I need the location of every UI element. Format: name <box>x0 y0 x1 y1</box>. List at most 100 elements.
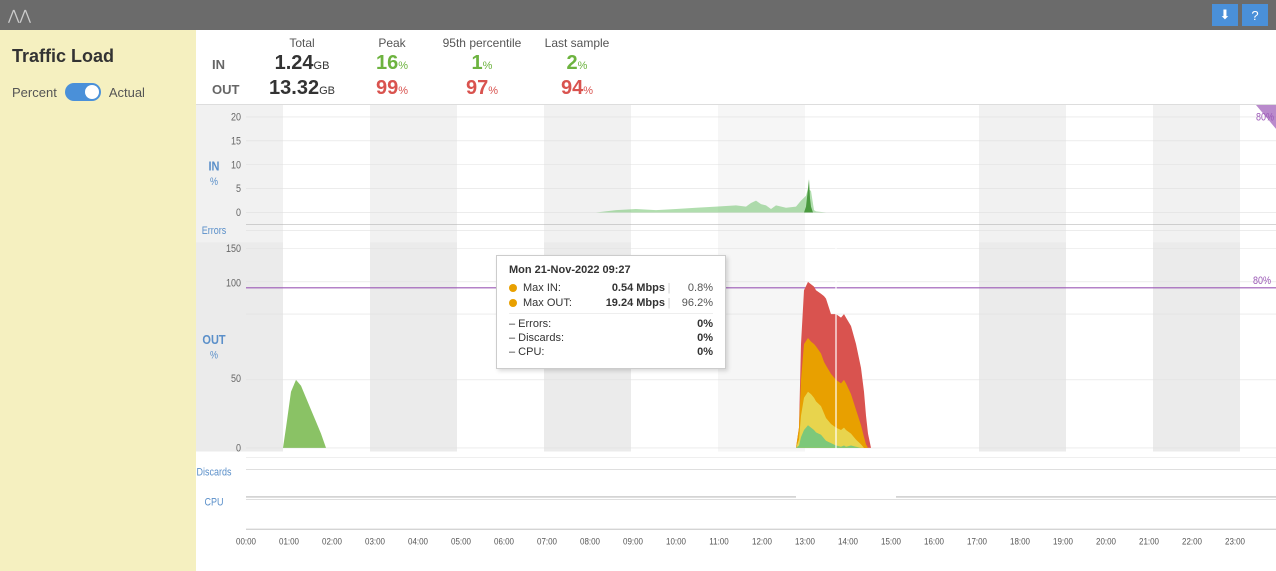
out-peak-cell: 99% <box>352 77 432 100</box>
in-last-unit: % <box>578 60 588 72</box>
top-bar: ⋀⋀ ⬇ ? <box>0 0 1276 30</box>
svg-text:06:00: 06:00 <box>494 536 514 547</box>
svg-text:18:00: 18:00 <box>1010 536 1030 547</box>
tooltip-max-out-pct: 96.2% <box>673 297 713 309</box>
out-last-value: 94 <box>561 77 583 99</box>
svg-text:17:00: 17:00 <box>967 536 987 547</box>
tooltip-cpu-row: – CPU: 0% <box>509 346 713 358</box>
out-last-cell: 94% <box>532 77 622 100</box>
svg-text:16:00: 16:00 <box>924 536 944 547</box>
tooltip-divider <box>509 313 713 314</box>
in-total-unit: GB <box>314 60 330 72</box>
out-label: OUT <box>212 82 252 97</box>
view-toggle-row: Percent Actual <box>12 83 184 101</box>
in-peak-cell: 16% <box>352 52 432 75</box>
tooltip-max-in-pct: 0.8% <box>673 282 713 294</box>
in-row: IN 1.24GB 16% 1% 2% <box>212 52 1276 75</box>
svg-text:10:00: 10:00 <box>666 536 686 547</box>
out-total-cell: 13.32GB <box>252 77 352 100</box>
out-total-value: 13.32 <box>269 77 319 99</box>
svg-text:10: 10 <box>231 160 241 172</box>
out-row: OUT 13.32GB 99% 97% 94% <box>212 77 1276 100</box>
tooltip-errors-val: 0% <box>697 318 713 330</box>
svg-text:%: % <box>210 350 218 362</box>
header-total: Total <box>252 36 352 50</box>
svg-text:15: 15 <box>231 136 241 148</box>
percent-label: Percent <box>12 85 57 100</box>
tooltip-cpu-label: – CPU: <box>509 346 589 358</box>
tooltip-discards-val: 0% <box>697 332 713 344</box>
actual-label: Actual <box>109 85 145 100</box>
svg-text:12:00: 12:00 <box>752 536 772 547</box>
svg-text:Errors: Errors <box>202 225 227 237</box>
svg-text:50: 50 <box>231 374 241 386</box>
top-bar-left: ⋀⋀ <box>8 7 1212 24</box>
svg-text:%: % <box>210 176 218 188</box>
in-last-cell: 2% <box>532 52 622 75</box>
out-last-unit: % <box>583 85 593 97</box>
svg-text:04:00: 04:00 <box>408 536 428 547</box>
svg-text:5: 5 <box>236 184 241 196</box>
out-95th-cell: 97% <box>432 77 532 100</box>
tooltip-max-out-dot <box>509 299 517 307</box>
svg-text:150: 150 <box>226 243 241 255</box>
svg-text:22:00: 22:00 <box>1182 536 1202 547</box>
out-95th-unit: % <box>488 85 498 97</box>
chart-svg: 20 15 10 5 0 IN % Errors <box>196 105 1276 571</box>
tooltip-separator2: | <box>665 297 673 309</box>
svg-text:02:00: 02:00 <box>322 536 342 547</box>
svg-text:Discards: Discards <box>197 467 232 479</box>
tooltip-max-in-row: Max IN: 0.54 Mbps | 0.8% <box>509 282 713 294</box>
top-bar-actions: ⬇ ? <box>1212 4 1268 26</box>
sidebar: Traffic Load Percent Actual <box>0 30 196 571</box>
tooltip-discards-label: – Discards: <box>509 332 589 344</box>
out-total-unit: GB <box>319 85 335 97</box>
download-button[interactable]: ⬇ <box>1212 4 1238 26</box>
svg-text:20:00: 20:00 <box>1096 536 1116 547</box>
in-total-cell: 1.24GB <box>252 52 352 75</box>
svg-text:09:00: 09:00 <box>623 536 643 547</box>
tooltip-max-out-value: 19.24 Mbps <box>595 297 665 309</box>
out-peak-value: 99 <box>376 77 398 99</box>
content-area: Total Peak 95th percentile Last sample I… <box>196 30 1276 571</box>
svg-text:100: 100 <box>226 278 241 290</box>
tooltip-max-out-label: Max OUT: <box>523 297 595 309</box>
tooltip-timestamp: Mon 21-Nov-2022 09:27 <box>509 264 713 276</box>
view-toggle[interactable] <box>65 83 101 101</box>
page-title: Traffic Load <box>12 46 184 67</box>
svg-text:11:00: 11:00 <box>709 536 728 547</box>
in-95th-cell: 1% <box>432 52 532 75</box>
tooltip-cpu-val: 0% <box>697 346 713 358</box>
svg-text:05:00: 05:00 <box>451 536 471 547</box>
chart-tooltip: Mon 21-Nov-2022 09:27 Max IN: 0.54 Mbps … <box>496 255 726 369</box>
main-layout: Traffic Load Percent Actual Total Peak 9… <box>0 30 1276 571</box>
in-peak-unit: % <box>398 60 408 72</box>
svg-text:OUT: OUT <box>202 332 226 347</box>
in-last-value: 2 <box>567 52 578 74</box>
svg-text:15:00: 15:00 <box>881 536 901 547</box>
in-label: IN <box>212 57 252 72</box>
svg-text:80%: 80% <box>1253 276 1271 288</box>
tooltip-errors-label: – Errors: <box>509 318 589 330</box>
tooltip-max-out-row: Max OUT: 19.24 Mbps | 96.2% <box>509 297 713 309</box>
tooltip-separator1: | <box>665 282 673 294</box>
svg-text:14:00: 14:00 <box>838 536 858 547</box>
tooltip-max-in-label: Max IN: <box>523 282 595 294</box>
header-peak: Peak <box>352 36 432 50</box>
in-total-value: 1.24 <box>275 52 314 74</box>
svg-text:00:00: 00:00 <box>236 536 256 547</box>
chevrons-up-icon[interactable]: ⋀⋀ <box>8 7 31 24</box>
svg-text:03:00: 03:00 <box>365 536 385 547</box>
svg-text:13:00: 13:00 <box>795 536 815 547</box>
stats-column-headers: Total Peak 95th percentile Last sample <box>252 36 1276 50</box>
in-95th-unit: % <box>483 60 493 72</box>
svg-text:08:00: 08:00 <box>580 536 600 547</box>
out-95th-value: 97 <box>466 77 488 99</box>
svg-text:20: 20 <box>231 112 241 124</box>
tooltip-max-in-dot <box>509 284 517 292</box>
help-button[interactable]: ? <box>1242 4 1268 26</box>
svg-text:07:00: 07:00 <box>537 536 557 547</box>
out-peak-unit: % <box>398 85 408 97</box>
tooltip-max-in-value: 0.54 Mbps <box>595 282 665 294</box>
svg-text:0: 0 <box>236 443 241 455</box>
